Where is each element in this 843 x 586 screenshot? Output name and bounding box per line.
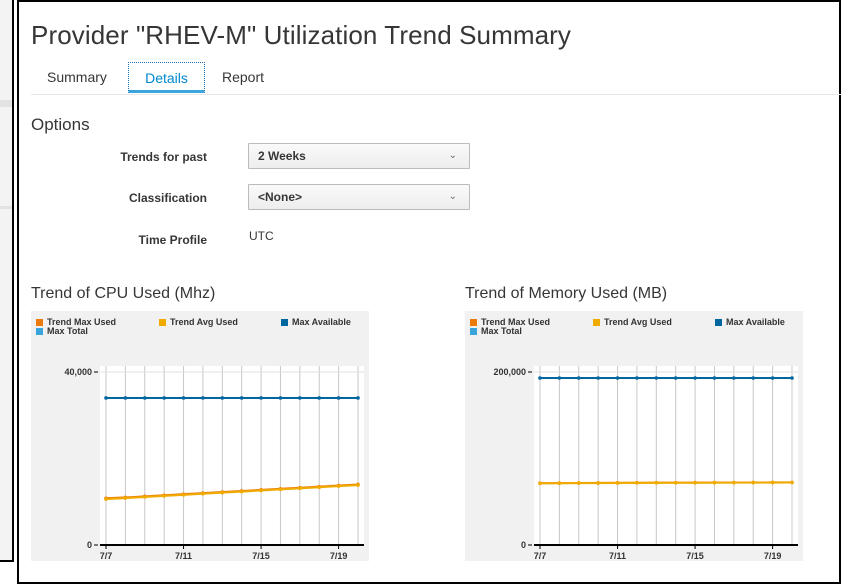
- data-point: [654, 376, 659, 380]
- data-point: [181, 493, 186, 497]
- tab-bar: Summary Details Report: [31, 62, 841, 95]
- y-tick-label: 200,000: [493, 367, 526, 377]
- data-point: [732, 480, 736, 485]
- data-point: [259, 396, 263, 400]
- sidebar-divider: [0, 206, 12, 209]
- cpu-chart-svg: 40,000 0 7/7 7/11 7/15 7/19: [64, 366, 364, 561]
- data-point: [104, 396, 108, 400]
- data-point: [790, 376, 794, 380]
- data-point: [635, 376, 639, 380]
- data-point: [557, 481, 562, 486]
- data-point: [317, 485, 322, 490]
- data-point: [142, 495, 147, 499]
- data-point: [790, 480, 794, 485]
- page-title: Provider "RHEV-M" Utilization Trend Summ…: [31, 20, 572, 50]
- x-tick-label: 7/19: [764, 551, 782, 561]
- memory-chart: Trend Max Used Trend Avg Used Max Availa…: [465, 311, 803, 561]
- cpu-chart: Trend Max Used Trend Avg Used Max Availa…: [31, 311, 369, 561]
- data-point: [317, 396, 322, 400]
- x-tick-label: 7/19: [330, 551, 348, 561]
- data-point: [278, 487, 283, 492]
- y-tick-label: 0: [87, 540, 92, 550]
- data-point: [201, 396, 205, 400]
- data-point: [576, 481, 581, 485]
- data-point: [615, 481, 620, 485]
- data-point: [162, 494, 166, 498]
- data-point: [201, 491, 205, 496]
- data-point: [576, 376, 581, 380]
- data-point: [356, 396, 360, 400]
- classification-select[interactable]: <None> ⌄: [248, 184, 470, 210]
- x-tick-label: 7/7: [534, 551, 547, 561]
- time-profile-label: Time Profile: [138, 233, 207, 247]
- data-point: [673, 376, 678, 380]
- data-point: [220, 396, 225, 400]
- data-point: [298, 396, 302, 400]
- data-point: [336, 484, 341, 488]
- data-point: [239, 489, 244, 494]
- data-point: [259, 488, 263, 493]
- tab-summary[interactable]: Summary: [39, 62, 115, 93]
- data-point: [336, 396, 341, 400]
- data-point: [770, 376, 775, 380]
- trends-select[interactable]: 2 Weeks ⌄: [248, 143, 470, 169]
- x-tick-label: 7/11: [609, 551, 626, 561]
- data-point: [673, 481, 678, 485]
- data-point: [693, 480, 697, 485]
- sidebar-panel: [0, 0, 14, 562]
- data-point: [732, 376, 736, 380]
- data-point: [712, 480, 717, 485]
- y-tick-label: 0: [521, 540, 526, 550]
- utilization-panel: Provider "RHEV-M" Utilization Trend Summ…: [17, 0, 841, 584]
- data-point: [356, 483, 360, 487]
- tab-details[interactable]: Details: [128, 62, 205, 93]
- data-point: [538, 481, 542, 486]
- trends-select-value: 2 Weeks: [258, 149, 306, 163]
- cpu-chart-title: Trend of CPU Used (Mhz): [31, 285, 216, 302]
- data-point: [123, 496, 128, 500]
- x-tick-label: 7/15: [252, 551, 270, 561]
- x-tick-label: 7/11: [175, 551, 192, 561]
- y-tick-label: 40,000: [64, 367, 92, 377]
- chevron-down-icon: ⌄: [448, 150, 457, 161]
- trends-label: Trends for past: [120, 150, 207, 164]
- time-profile-value: UTC: [249, 229, 274, 243]
- data-point: [298, 486, 302, 491]
- memory-chart-svg: 200,000 0 7/7 7/11 7/15 7/19: [493, 366, 798, 561]
- chevron-down-icon: ⌄: [448, 191, 457, 202]
- data-point: [278, 396, 283, 400]
- options-heading: Options: [31, 115, 90, 134]
- plot-area: [534, 366, 798, 545]
- data-point: [615, 376, 620, 380]
- data-point: [654, 481, 659, 485]
- data-point: [596, 376, 600, 380]
- data-point: [239, 396, 244, 400]
- data-point: [751, 376, 756, 380]
- data-point: [635, 481, 639, 485]
- data-point: [770, 480, 775, 485]
- data-point: [181, 396, 186, 400]
- data-point: [712, 376, 717, 380]
- sidebar-divider: [0, 100, 12, 107]
- data-point: [751, 480, 756, 485]
- x-tick-label: 7/7: [100, 551, 113, 561]
- data-point: [693, 376, 697, 380]
- data-point: [538, 376, 542, 380]
- data-point: [596, 481, 600, 485]
- data-point: [220, 490, 225, 495]
- background-sidebar: [0, 0, 14, 586]
- data-point: [142, 396, 147, 400]
- data-point: [557, 376, 562, 380]
- data-point: [162, 396, 166, 400]
- data-point: [104, 497, 108, 501]
- memory-chart-title: Trend of Memory Used (MB): [465, 285, 668, 302]
- classification-select-value: <None>: [258, 190, 303, 204]
- data-point: [123, 396, 128, 400]
- x-tick-label: 7/15: [686, 551, 704, 561]
- tab-report[interactable]: Report: [214, 62, 272, 93]
- plot-area: [100, 366, 364, 545]
- classification-label: Classification: [128, 191, 207, 205]
